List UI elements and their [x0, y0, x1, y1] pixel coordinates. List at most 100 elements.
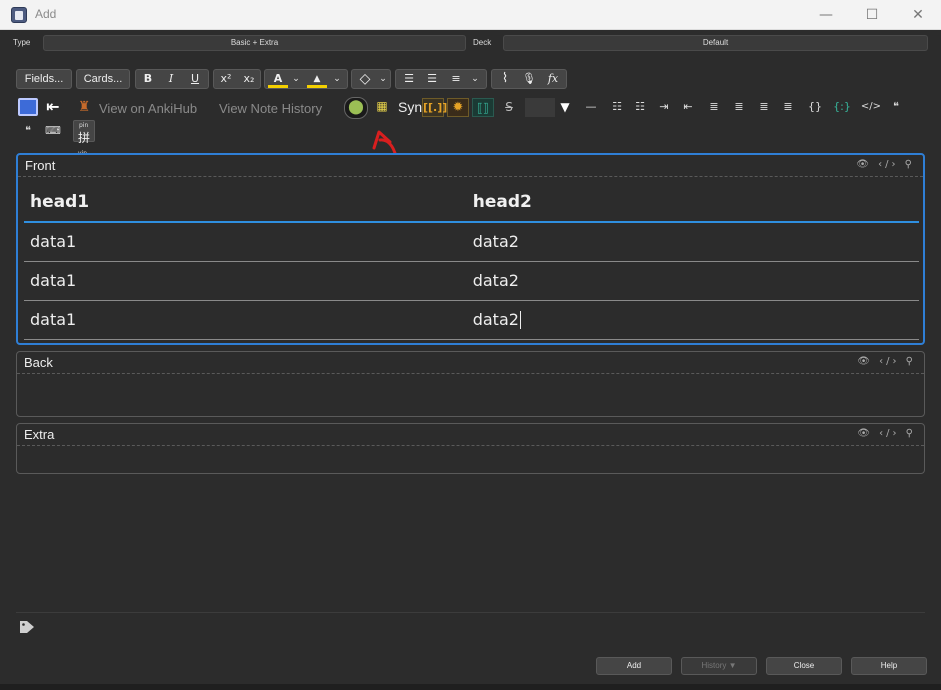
anki-app-icon — [11, 7, 27, 23]
html-code-icon[interactable]: </> — [860, 98, 882, 116]
synonym-button[interactable]: Syn — [398, 99, 422, 115]
ankihub-icon[interactable]: ♜ — [74, 98, 94, 116]
paperclip-icon[interactable]: ⌇ — [494, 70, 516, 88]
table-header-row: head1 head2 — [24, 183, 919, 223]
window-title: Add — [35, 7, 57, 21]
align-right-icon[interactable]: ≣ — [754, 98, 774, 116]
cloze-gear-icon[interactable]: ✹ — [447, 98, 469, 117]
text-color-button[interactable]: A — [268, 70, 288, 88]
cloze-braces-icon[interactable]: {:} — [831, 98, 853, 116]
field-extra[interactable]: Extra 👁 ‹/› ⚲ — [16, 423, 925, 474]
field-extra-header: Extra 👁 ‹/› ⚲ — [17, 424, 924, 446]
eraser-group: ◇ ⌄ — [351, 69, 391, 89]
taskbar-strip — [0, 684, 941, 690]
align-left-icon[interactable]: ≣ — [729, 98, 749, 116]
field-front-label: Front — [25, 158, 56, 173]
color-group: A ⌄ ▲ ⌄ — [264, 69, 348, 89]
pinyin-top-label: pin — [79, 122, 89, 129]
text-color-dropdown-icon[interactable]: ⌄ — [290, 70, 302, 88]
table-header-cell[interactable]: head2 — [464, 183, 919, 223]
horizontal-rule-icon[interactable]: — — [580, 98, 602, 116]
eraser-dropdown-icon[interactable]: ⌄ — [377, 70, 389, 88]
blockquote-icon[interactable]: ❝ — [886, 98, 906, 116]
eraser-icon[interactable]: ◇ — [354, 70, 376, 88]
deck-button[interactable]: Default — [503, 35, 928, 51]
close-button[interactable]: Close — [766, 657, 842, 675]
highlight-dropdown-icon[interactable]: ⌄ — [331, 70, 343, 88]
add-button[interactable]: Add — [596, 657, 672, 675]
keyboard-icon[interactable]: ⌨ — [43, 122, 63, 140]
subscript-button[interactable]: x₂ — [239, 70, 259, 88]
field-back-header: Back 👁 ‹/› ⚲ — [17, 352, 924, 374]
pinyin-char: 拼 — [78, 131, 91, 145]
numbered-list-2-icon[interactable]: ☷ — [630, 98, 650, 116]
indent-left-icon[interactable]: ⇤ — [42, 98, 64, 116]
field-back[interactable]: Back 👁 ‹/› ⚲ — [16, 351, 925, 417]
image-occlusion-icon[interactable]: ⬤ — [344, 97, 368, 119]
title-bar: Add — ☐ ✕ — [0, 0, 941, 30]
cards-button[interactable]: Cards... — [76, 69, 130, 89]
highlight-button[interactable]: ▲ — [307, 70, 327, 88]
field-front-toggle-icons[interactable]: 👁 ‹/› ⚲ — [856, 159, 915, 170]
triangle-dropdown-icon[interactable]: ▼ — [556, 98, 574, 116]
field-back-label: Back — [24, 355, 53, 370]
align-dropdown-icon[interactable]: ⌄ — [468, 70, 482, 88]
field-front-header: Front 👁 ‹/› ⚲ — [18, 155, 923, 177]
minimize-button[interactable]: — — [806, 3, 846, 27]
text-caret — [519, 311, 521, 330]
table-cell[interactable]: data2 — [464, 222, 919, 262]
field-back-toggle-icons[interactable]: 👁 ‹/› ⚲ — [857, 356, 916, 367]
underline-button[interactable]: U — [186, 70, 204, 88]
history-button[interactable]: History ▼ — [681, 657, 757, 675]
align-justify-icon[interactable]: ≣ — [778, 98, 798, 116]
align-center-icon[interactable]: ≣ — [704, 98, 724, 116]
align-icon[interactable]: ≡ — [446, 70, 466, 88]
view-on-ankihub-link[interactable]: View on AnkiHub — [99, 101, 197, 116]
list-group: ☰ ☰ ≡ ⌄ — [395, 69, 487, 89]
strikethrough-icon[interactable]: S — [499, 98, 519, 117]
table-header-cell[interactable]: head1 — [24, 183, 465, 223]
microphone-icon[interactable]: 🎙 — [518, 70, 540, 88]
front-table[interactable]: head1 head2 data1 data2 data1 data2 data… — [24, 183, 919, 340]
italic-button[interactable]: I — [162, 70, 180, 88]
active-cell-text: data2 — [472, 309, 519, 329]
table-grid-icon[interactable]: ▦ — [372, 97, 392, 117]
pinyin-button[interactable]: pin 拼 — [73, 120, 95, 145]
bullet-list-2-icon[interactable]: ☷ — [607, 98, 627, 116]
script-group: x² x₂ — [213, 69, 261, 89]
superscript-button[interactable]: x² — [216, 70, 236, 88]
media-group: ⌇ 🎙 fx — [491, 69, 567, 89]
field-front[interactable]: Front 👁 ‹/› ⚲ head1 head2 data1 data2 da… — [16, 153, 925, 345]
view-note-history-link[interactable]: View Note History — [219, 101, 322, 116]
math-function-icon[interactable]: fx — [542, 70, 564, 88]
table-row: data1 data2 — [24, 300, 919, 340]
quote-icon[interactable]: ❝ — [18, 122, 38, 140]
bullet-list-icon[interactable]: ☰ — [399, 70, 419, 88]
format-group: B I U — [135, 69, 209, 89]
fields-button[interactable]: Fields... — [16, 69, 72, 89]
note-type-button[interactable]: Basic + Extra — [43, 35, 466, 51]
close-window-button[interactable]: ✕ — [898, 3, 938, 27]
tag-divider — [16, 612, 925, 613]
table-cell[interactable]: data2 — [464, 261, 919, 301]
table-cell-active[interactable]: data2 — [464, 300, 919, 340]
color-swatch-button[interactable] — [525, 98, 555, 117]
numbered-list-icon[interactable]: ☰ — [422, 70, 442, 88]
outdent-icon[interactable]: ⇤ — [678, 98, 698, 116]
indent-icon[interactable]: ⇥ — [654, 98, 674, 116]
table-cell[interactable]: data1 — [24, 300, 465, 340]
bold-button[interactable]: B — [139, 70, 157, 88]
table-cell[interactable]: data1 — [24, 222, 465, 262]
braces-icon[interactable]: {} — [805, 98, 825, 116]
help-button[interactable]: Help — [851, 657, 927, 675]
tag-icon[interactable] — [19, 620, 35, 634]
field-extra-toggle-icons[interactable]: 👁 ‹/› ⚲ — [857, 428, 916, 439]
cloze-bracket-button[interactable]: [[.]] — [422, 98, 447, 117]
deck-label: Deck — [473, 38, 492, 47]
table-cell[interactable]: data1 — [24, 261, 465, 301]
maximize-button[interactable]: ☐ — [852, 3, 892, 27]
table-row: data1 data2 — [24, 222, 919, 262]
cloze-teal-icon[interactable]: ⟦⟧ — [472, 98, 494, 117]
add-on-monitor-icon[interactable] — [18, 98, 38, 116]
table-row: data1 data2 — [24, 261, 919, 301]
